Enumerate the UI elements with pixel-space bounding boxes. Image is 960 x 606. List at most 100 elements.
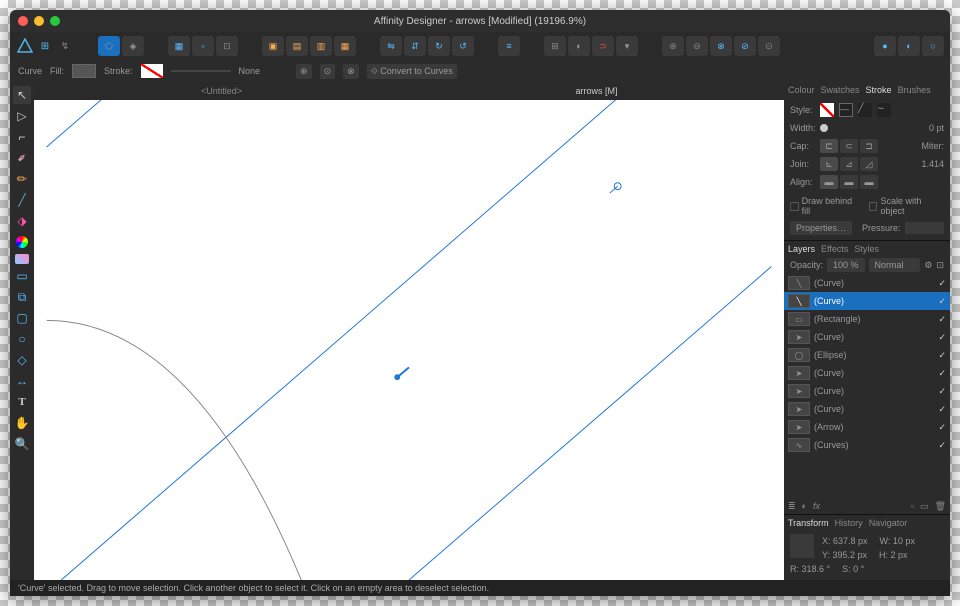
layer-fx-icon[interactable]: fx — [813, 501, 820, 511]
layer-row[interactable]: ➤(Arrow)✓ — [784, 418, 950, 436]
style-none[interactable] — [820, 103, 834, 117]
transform-y[interactable]: Y: 395.2 px — [822, 550, 867, 560]
view-mode-3-icon[interactable]: ○ — [922, 36, 944, 56]
view-mode-1-icon[interactable]: ● — [874, 36, 896, 56]
toolbar-move-icon[interactable]: ⬠ — [98, 36, 120, 56]
align-right-icon[interactable]: ⊡ — [216, 36, 238, 56]
join-bevel-icon[interactable]: ◿ — [860, 157, 878, 171]
persona-export-icon[interactable]: ↯ — [56, 37, 74, 55]
layer-row[interactable]: ➤(Curve)✓ — [784, 400, 950, 418]
zoom-tool-icon[interactable]: 🔍 — [13, 435, 31, 453]
corner-tool-icon[interactable]: ⌐ — [13, 128, 31, 146]
layer-stack-icon[interactable]: ≣ — [788, 501, 796, 512]
minimize-icon[interactable] — [34, 16, 44, 26]
layer-row[interactable]: ◯(Ellipse)✓ — [784, 346, 950, 364]
tab-brushes[interactable]: Brushes — [898, 85, 931, 95]
layer-visible-icon[interactable]: ✓ — [938, 386, 946, 397]
layer-visible-icon[interactable]: ✓ — [938, 368, 946, 379]
cap-butt-icon[interactable]: ⊏ — [820, 139, 838, 153]
lock-icon[interactable]: ⚙ — [924, 260, 932, 271]
fill-swatch[interactable] — [72, 64, 96, 78]
pencil-tool-icon[interactable]: ✎ — [9, 166, 34, 191]
bool-int-icon[interactable]: ⊗ — [710, 36, 732, 56]
gear-icon[interactable]: ⊡ — [936, 260, 944, 271]
rotate-ccw-icon[interactable]: ↺ — [452, 36, 474, 56]
bool-sub-icon[interactable]: ⊖ — [686, 36, 708, 56]
order-back-icon[interactable]: ▦ — [334, 36, 356, 56]
layer-visible-icon[interactable]: ✓ — [938, 296, 946, 307]
text-tool-icon[interactable]: T — [13, 393, 31, 411]
app-logo-icon[interactable] — [16, 37, 34, 55]
toolbar-node-icon[interactable]: ◈ — [122, 36, 144, 56]
transform-w[interactable]: W: 10 px — [880, 536, 915, 546]
doc-tab-arrows[interactable]: arrows [M] — [409, 82, 784, 100]
cap-square-icon[interactable]: ⊐ — [860, 139, 878, 153]
layer-row[interactable]: ∿(Curves)✓ — [784, 436, 950, 454]
opacity-value[interactable]: 100 % — [827, 258, 865, 272]
add-group-icon[interactable]: ▭ — [920, 501, 929, 512]
tab-effects[interactable]: Effects — [821, 244, 848, 254]
gradient-tool-icon[interactable] — [15, 254, 29, 264]
align-center2-icon[interactable]: ▬ — [820, 175, 838, 189]
layer-row[interactable]: ➤(Curve)✓ — [784, 328, 950, 346]
move-tool-icon[interactable]: ↖ — [13, 86, 31, 104]
pressure-curve[interactable] — [905, 222, 944, 234]
ctx-btn-2[interactable]: ⊙ — [320, 64, 336, 79]
convert-curves-button[interactable]: ⟐ Convert to Curves — [367, 64, 457, 79]
magnet-icon[interactable]: ⊃ — [592, 36, 614, 56]
snap-settings-icon[interactable]: ▾ — [616, 36, 638, 56]
blend-mode[interactable]: Normal — [869, 258, 921, 272]
persona-pixel-icon[interactable]: ⊞ — [36, 37, 54, 55]
add-layer-icon[interactable]: ▫ — [911, 501, 914, 511]
layer-visible-icon[interactable]: ✓ — [938, 332, 946, 343]
canvas[interactable] — [34, 100, 784, 580]
shape-other-icon[interactable]: ◇ — [13, 351, 31, 369]
style-solid[interactable]: — — [839, 103, 853, 117]
order-front-icon[interactable]: ▣ — [262, 36, 284, 56]
layer-list[interactable]: ╲(Curve)✓╲(Curve)✓▭(Rectangle)✓➤(Curve)✓… — [784, 274, 950, 498]
traffic-lights[interactable] — [18, 16, 60, 26]
shape-ellipse-icon[interactable]: ○ — [13, 330, 31, 348]
tab-history[interactable]: History — [835, 518, 863, 528]
flip-v-icon[interactable]: ⇵ — [404, 36, 426, 56]
tab-layers[interactable]: Layers — [788, 244, 815, 254]
arrow-tool-icon[interactable]: ↔ — [13, 372, 31, 390]
tab-stroke[interactable]: Stroke — [866, 85, 892, 95]
node-tool-icon[interactable]: ▷ — [13, 107, 31, 125]
rotate-cw-icon[interactable]: ↻ — [428, 36, 450, 56]
layer-row[interactable]: ╲(Curve)✓ — [784, 274, 950, 292]
align-inside-icon[interactable]: ▬ — [840, 175, 858, 189]
align-outside-icon[interactable]: ▬ — [860, 175, 878, 189]
miter-value[interactable]: 1.414 — [921, 159, 944, 169]
bool-xor-icon[interactable]: ⊘ — [734, 36, 756, 56]
layer-mask-icon[interactable]: ◐ — [802, 501, 807, 511]
layer-row[interactable]: ╲(Curve)✓ — [784, 292, 950, 310]
crop-tool-icon[interactable]: ⧉ — [13, 288, 31, 306]
properties-button[interactable]: Properties… — [790, 221, 852, 235]
tab-colour[interactable]: Colour — [788, 85, 815, 95]
layer-visible-icon[interactable]: ✓ — [938, 350, 946, 361]
transform-s[interactable]: S: 0 ° — [842, 564, 864, 574]
tab-navigator[interactable]: Navigator — [869, 518, 908, 528]
stroke-swatch[interactable] — [141, 64, 163, 78]
place-tool-icon[interactable]: ▭ — [13, 267, 31, 285]
view-mode-2-icon[interactable]: ◐ — [898, 36, 920, 56]
layer-visible-icon[interactable]: ✓ — [938, 314, 946, 325]
snap-toggle-icon[interactable]: ◐ — [568, 36, 590, 56]
cap-round-icon[interactable]: ⊂ — [840, 139, 858, 153]
layer-row[interactable]: ➤(Curve)✓ — [784, 382, 950, 400]
hand-tool-icon[interactable]: ✋ — [13, 414, 31, 432]
close-icon[interactable] — [18, 16, 28, 26]
bool-div-icon[interactable]: ⊙ — [758, 36, 780, 56]
layer-visible-icon[interactable]: ✓ — [938, 422, 946, 433]
flip-h-icon[interactable]: ⇋ — [380, 36, 402, 56]
layer-visible-icon[interactable]: ✓ — [938, 404, 946, 415]
color-picker-icon[interactable] — [13, 233, 31, 251]
doc-tab-untitled[interactable]: <Untitled> — [34, 82, 409, 100]
order-forward-icon[interactable]: ▤ — [286, 36, 308, 56]
width-value[interactable]: 0 pt — [929, 123, 944, 133]
style-brush[interactable]: ∼ — [877, 103, 891, 117]
snap-grid-icon[interactable]: ⊞ — [544, 36, 566, 56]
layer-row[interactable]: ▭(Rectangle)✓ — [784, 310, 950, 328]
fullscreen-icon[interactable] — [50, 16, 60, 26]
